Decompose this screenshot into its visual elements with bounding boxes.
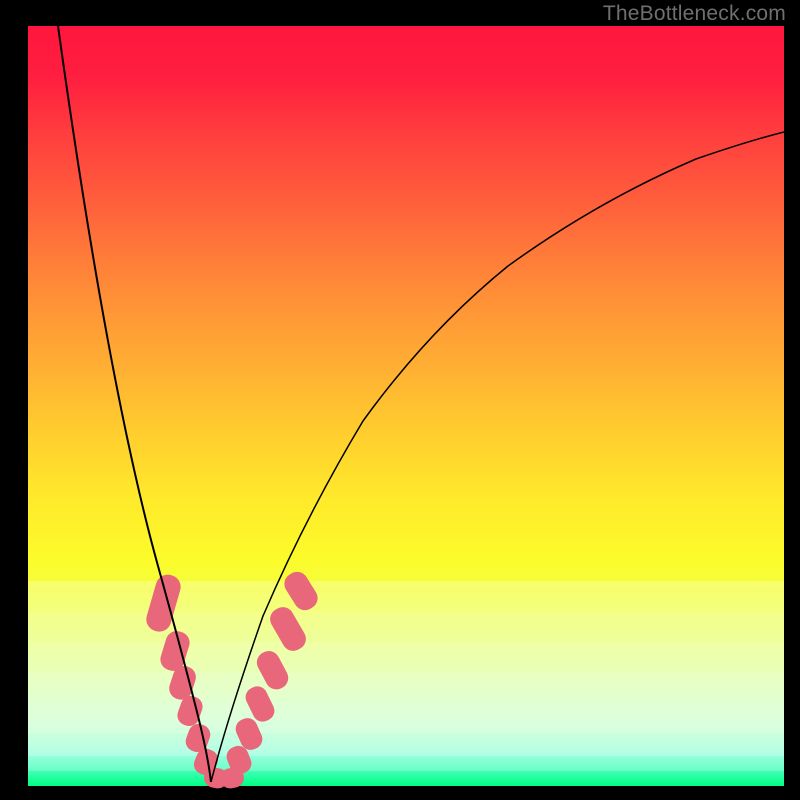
watermark-text: TheBottleneck.com [603, 2, 786, 26]
bead-group [143, 568, 321, 790]
curve-layer [28, 26, 784, 786]
plot-area [28, 26, 784, 786]
right-curve [211, 132, 784, 782]
